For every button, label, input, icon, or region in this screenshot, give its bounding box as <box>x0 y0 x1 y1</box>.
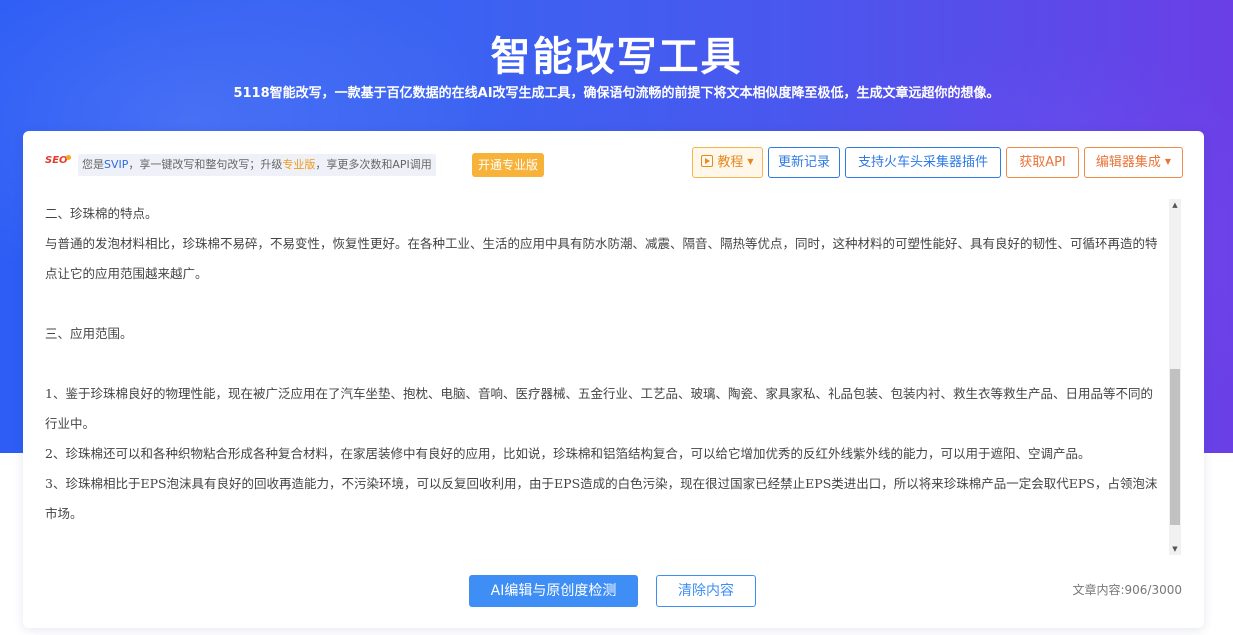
editor-card: SEO 您是SVIP，享一键改写和整句改写；升级专业版，享更多次数和API调用 … <box>23 131 1204 628</box>
editor-paragraph: 2、珍珠棉还可以和各种织物粘合形成各种复合材料，在家居装修中有良好的应用，比如说… <box>45 446 1091 461</box>
page-subtitle: 5118智能改写，一款基于百亿数据的在线AI改写生成工具，确保语句流畅的前提下将… <box>233 86 1000 101</box>
ai-edit-check-button[interactable]: AI编辑与原创度检测 <box>469 575 638 607</box>
editor-paragraph: 3、珍珠棉相比于EPS泡沫具有良好的回收再造能力，不污染环境，可以反复回收利用，… <box>45 476 1158 521</box>
notice-text-3: ，享更多次数和API调用 <box>315 158 432 171</box>
editor-paragraph: 二、珍珠棉的特点。 <box>45 206 158 221</box>
open-pro-button[interactable]: 开通专业版 <box>472 153 545 177</box>
play-icon <box>701 155 714 167</box>
char-counter: 文章内容:906/3000 <box>1072 583 1182 597</box>
tutorial-label: 教程 <box>717 155 744 170</box>
seo-logo-text: SEO <box>45 155 68 166</box>
notice-text-1: 您是 <box>82 158 104 171</box>
editor-paragraph <box>45 289 1165 319</box>
page-title: 智能改写工具 <box>490 34 743 80</box>
editor-paragraph: 三、应用范围。 <box>45 326 133 341</box>
svip-label: SVIP <box>104 158 129 171</box>
pro-link[interactable]: 专业版 <box>282 158 315 171</box>
editor-paragraph <box>45 349 1165 379</box>
seo-logo-icon: SEO <box>45 155 71 173</box>
scroll-down-icon[interactable]: ▼ <box>1169 543 1181 555</box>
card-toolbar: SEO 您是SVIP，享一键改写和整句改写；升级专业版，享更多次数和API调用 … <box>23 131 1204 193</box>
get-api-button[interactable]: 获取API <box>1006 147 1079 178</box>
notice-text-2: ，享一键改写和整句改写；升级 <box>128 158 283 171</box>
scroll-thumb[interactable] <box>1170 369 1180 525</box>
tutorial-button[interactable]: 教程 ▼ <box>692 147 763 178</box>
chevron-down-icon: ▼ <box>747 157 754 166</box>
plugin-button[interactable]: 支持火车头采集器插件 <box>845 147 1001 178</box>
editor-integration-button[interactable]: 编辑器集成 ▼ <box>1084 147 1183 178</box>
editor-integration-label: 编辑器集成 <box>1095 155 1161 170</box>
chevron-down-icon: ▼ <box>1164 157 1172 166</box>
editor-scrollbar[interactable]: ▲ ▼ <box>1169 199 1181 555</box>
vip-notice: 您是SVIP，享一键改写和整句改写；升级专业版，享更多次数和API调用 <box>78 154 436 176</box>
editor-paragraph: 1、鉴于珍珠棉良好的物理性能，现在被广泛应用在了汽车坐垫、抱枕、电脑、音响、医疗… <box>45 386 1153 431</box>
history-button[interactable]: 更新记录 <box>768 147 840 178</box>
text-editor[interactable]: 二、珍珠棉的特点。与普通的发泡材料相比，珍珠棉不易碎，不易变性，恢复性更好。在各… <box>45 199 1165 555</box>
editor-paragraph: 与普通的发泡材料相比，珍珠棉不易碎，不易变性，恢复性更好。在各种工业、生活的应用… <box>45 236 1158 281</box>
scroll-up-icon[interactable]: ▲ <box>1169 199 1181 211</box>
clear-content-button[interactable]: 清除内容 <box>656 575 756 607</box>
